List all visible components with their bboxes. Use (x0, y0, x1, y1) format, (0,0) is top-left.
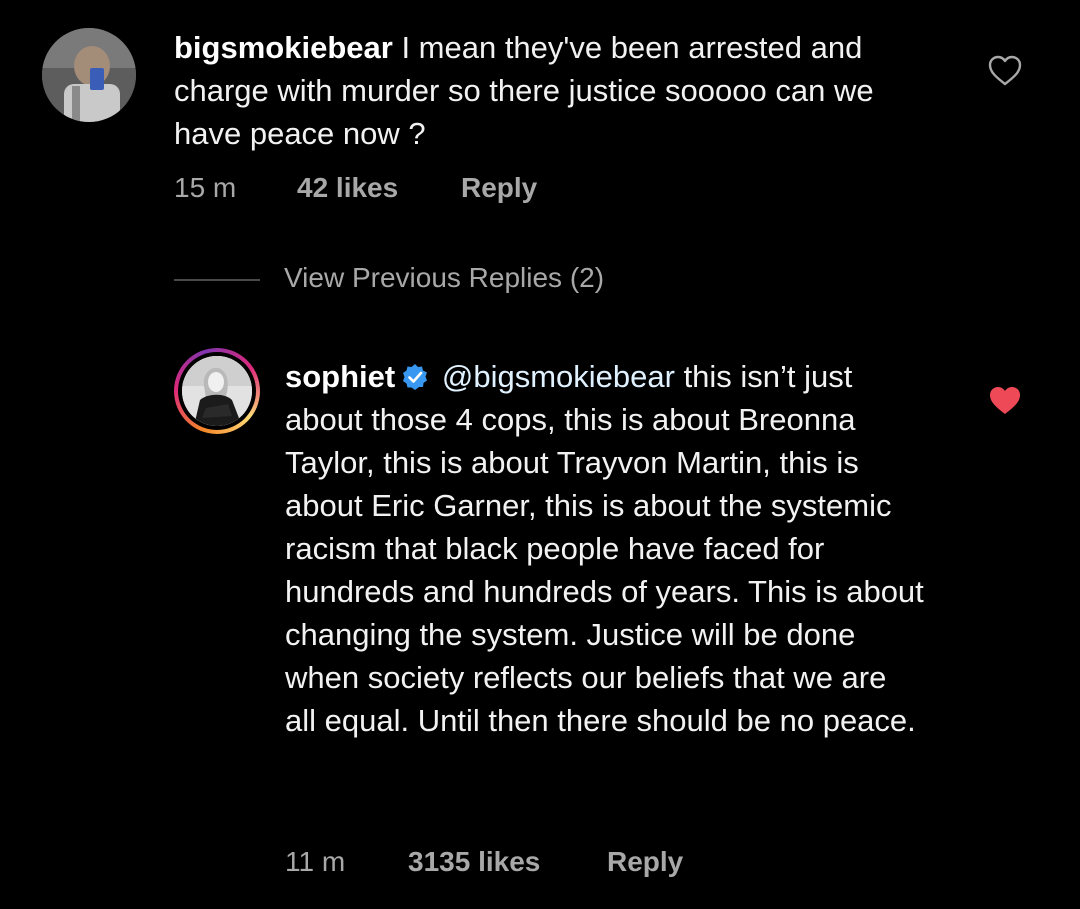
avatar[interactable] (42, 28, 136, 122)
comment-likes[interactable]: 42 likes (297, 172, 398, 204)
comment-username[interactable]: bigsmokiebear (174, 30, 393, 65)
heart-outline-icon[interactable] (988, 55, 1022, 87)
reply-time: 11 m (285, 846, 346, 877)
reply-button[interactable]: Reply (607, 846, 683, 878)
divider (174, 279, 260, 281)
reply-button[interactable]: Reply (461, 172, 537, 204)
avatar-ring-gap (178, 352, 256, 430)
comment-text: bigsmokiebear I mean they've been arrest… (174, 26, 934, 155)
comment-time: 15 m (174, 172, 237, 203)
comment-item: bigsmokiebear I mean they've been arrest… (0, 0, 1080, 230)
verified-badge-icon (403, 364, 428, 390)
reply-text: sophiet @bigsmokiebear this isn’t just a… (285, 355, 925, 742)
reply-body: this isn’t just about those 4 cops, this… (285, 359, 924, 738)
avatar[interactable] (182, 356, 252, 426)
heart-filled-icon[interactable] (988, 385, 1022, 417)
view-previous-replies-label[interactable]: View Previous Replies (2) (284, 262, 604, 294)
reply-mention[interactable]: @bigsmokiebear (442, 359, 675, 394)
comment-meta: 15 m 42 likes Reply (174, 172, 537, 204)
reply-meta: 11 m 3135 likes Reply (285, 846, 683, 878)
reply-likes[interactable]: 3135 likes (408, 846, 540, 878)
reply-username[interactable]: sophiet (285, 359, 395, 394)
avatar-story-ring[interactable] (174, 348, 260, 434)
